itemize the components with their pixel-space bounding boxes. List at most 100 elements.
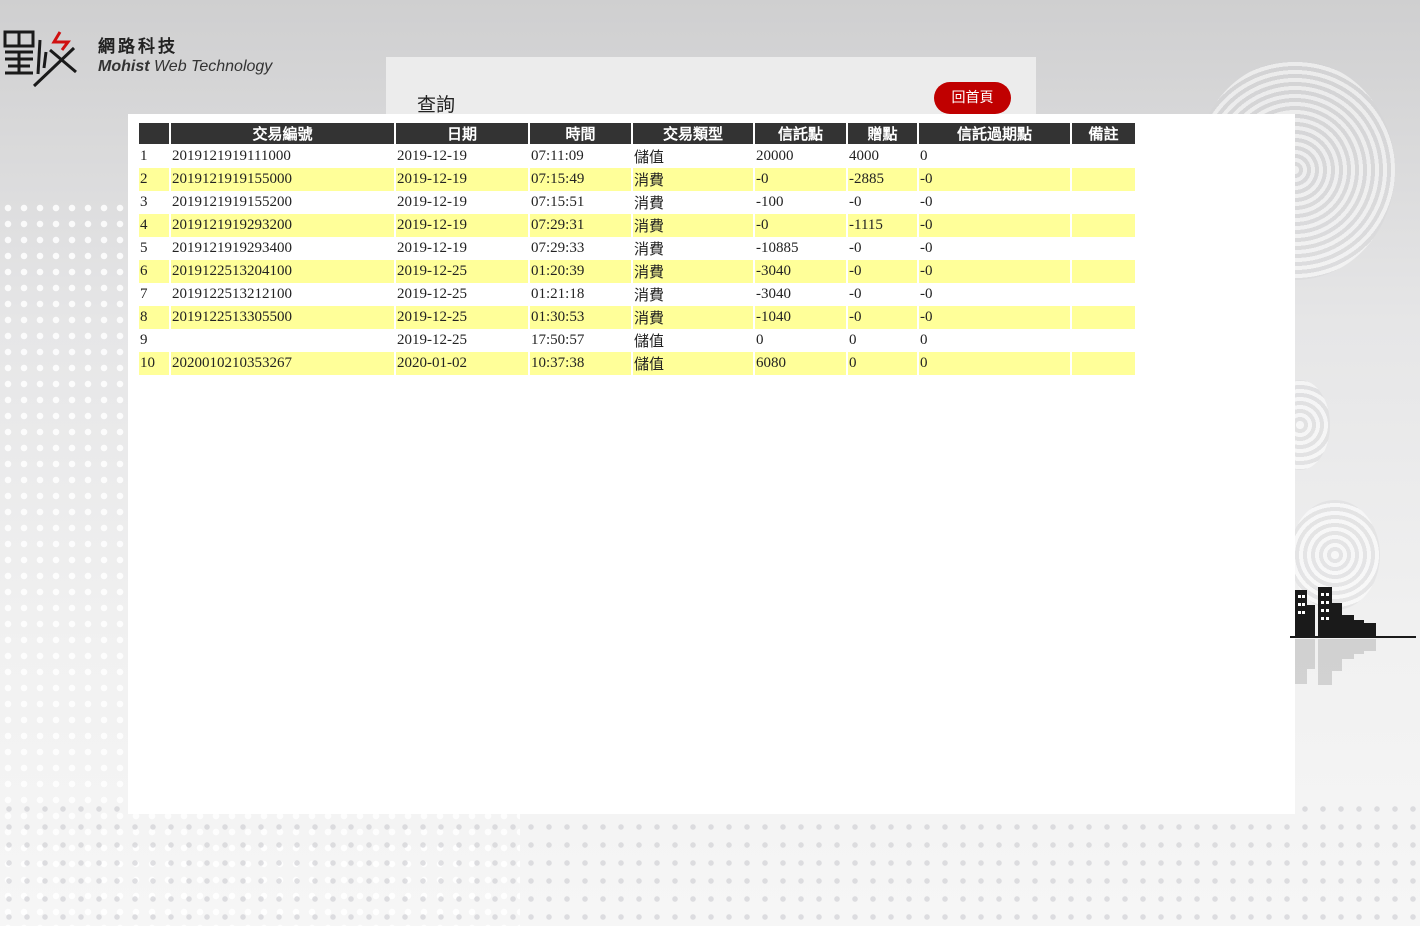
cell-time: 07:15:49 (530, 168, 631, 191)
query-header-panel: 查詢 回首頁 (386, 57, 1036, 117)
cell-remarks (1072, 329, 1135, 352)
company-logo: 網路科技 Mohist Web Technology (2, 28, 272, 88)
column-header-time: 時間 (530, 123, 631, 145)
home-button[interactable]: 回首頁 (934, 82, 1011, 114)
transaction-table: 交易編號 日期 時間 交易類型 信託點 贈點 信託過期點 備註 1 2019121… (137, 123, 1137, 375)
column-header-index (139, 123, 169, 145)
cell-trust-points: -0 (755, 214, 846, 237)
cell-transaction-type: 消費 (634, 196, 665, 212)
cell-expired-points: -0 (919, 214, 1070, 237)
cell-expired-points: -0 (920, 194, 933, 210)
cell-expired-points: -0 (920, 240, 933, 256)
cell-remarks (1072, 214, 1135, 237)
cell-transaction-type: 消費 (634, 288, 665, 304)
cell-transaction-type: 儲值 (633, 352, 753, 375)
cell-date: 2019-12-19 (397, 240, 467, 256)
cell-bonus-points: 4000 (849, 148, 879, 164)
cell-date: 2020-01-02 (396, 352, 528, 375)
cell-date: 2019-12-19 (396, 214, 528, 237)
cell-remarks (1072, 306, 1135, 329)
cell-transaction-id: 2020010210353267 (171, 352, 394, 375)
table-row: 6 2019122513204100 2019-12-25 01:20:39 消費 -30… (139, 260, 1135, 283)
cell-expired-points: -0 (919, 260, 1070, 283)
cell-date: 2019-12-25 (396, 260, 528, 283)
cell-date: 2019-12-25 (397, 286, 467, 302)
cell-remarks (1072, 237, 1135, 260)
brand-name-cn: 網路科技 (98, 37, 178, 57)
cell-trust-points: -1040 (755, 306, 846, 329)
results-card: 交易編號 日期 時間 交易類型 信託點 贈點 信託過期點 備註 1 2019121… (128, 114, 1295, 814)
cell-remarks (1072, 191, 1135, 214)
cell-bonus-points: -2885 (848, 168, 917, 191)
cell-index: 9 (140, 332, 148, 348)
column-header-trust-points: 信託點 (755, 123, 846, 145)
cell-trust-points: 0 (756, 332, 764, 348)
cell-remarks (1072, 352, 1135, 375)
cell-transaction-id: 2019122513305500 (171, 306, 394, 329)
cell-date: 2019-12-19 (396, 168, 528, 191)
cell-remarks (1072, 145, 1135, 168)
cell-date: 2019-12-25 (396, 306, 528, 329)
cell-bonus-points: -1115 (848, 214, 917, 237)
brand-name-en-bold: Mohist (98, 58, 150, 75)
column-header-expired-points: 信託過期點 (919, 123, 1070, 145)
table-row: 3 2019121919155200 2019-12-19 07:15:51 消費 -10… (139, 191, 1135, 214)
cell-transaction-type: 儲值 (634, 150, 665, 166)
cell-transaction-id: 2019122513204100 (171, 260, 394, 283)
cell-time: 01:20:39 (530, 260, 631, 283)
table-row: 8 2019122513305500 2019-12-25 01:30:53 消費 -10… (139, 306, 1135, 329)
cell-bonus-points: 0 (848, 352, 917, 375)
cell-index: 5 (140, 240, 148, 256)
cell-transaction-type: 消費 (634, 242, 665, 258)
column-header-transaction-type: 交易類型 (633, 123, 753, 145)
cell-transaction-type: 消費 (633, 260, 753, 283)
cell-index: 3 (140, 194, 148, 210)
cell-transaction-type: 消費 (633, 214, 753, 237)
cell-index: 4 (139, 214, 169, 237)
cell-time: 17:50:57 (531, 332, 585, 348)
table-row: 9 2019-12-25 17:50:57 儲值 0 0 0 (139, 329, 1135, 352)
cell-index: 10 (139, 352, 169, 375)
cell-remarks (1072, 283, 1135, 306)
cell-transaction-type: 儲值 (634, 334, 665, 350)
column-header-remarks: 備註 (1072, 123, 1135, 145)
cell-trust-points: -3040 (756, 286, 791, 302)
cell-index: 2 (139, 168, 169, 191)
cell-expired-points: 0 (920, 332, 928, 348)
cell-remarks (1072, 168, 1135, 191)
cell-expired-points: -0 (919, 168, 1070, 191)
column-header-date: 日期 (396, 123, 528, 145)
cell-time: 07:15:51 (531, 194, 585, 210)
cell-index: 6 (139, 260, 169, 283)
mohist-logo-icon (3, 30, 77, 88)
cell-trust-points: 6080 (755, 352, 846, 375)
cell-trust-points: -0 (755, 168, 846, 191)
cell-transaction-id: 2019121919293200 (171, 214, 394, 237)
cell-time: 07:29:31 (530, 214, 631, 237)
table-row: 7 2019122513212100 2019-12-25 01:21:18 消費 -30… (139, 283, 1135, 306)
cell-time: 10:37:38 (530, 352, 631, 375)
cell-transaction-id: 2019121919293400 (172, 240, 292, 256)
cell-date: 2019-12-25 (397, 332, 467, 348)
page-title: 查詢 (417, 94, 456, 116)
city-skyline-decoration (1290, 587, 1416, 685)
cell-trust-points: -100 (756, 194, 784, 210)
table-row: 4 2019121919293200 2019-12-19 07:29:31 消費 -0-… (139, 214, 1135, 237)
cell-bonus-points: -0 (849, 286, 862, 302)
cell-expired-points: 0 (919, 352, 1070, 375)
cell-expired-points: -0 (919, 306, 1070, 329)
cell-transaction-type: 消費 (633, 306, 753, 329)
cell-transaction-id: 2019122513212100 (172, 286, 292, 302)
cell-bonus-points: 0 (849, 332, 857, 348)
column-header-transaction-id: 交易編號 (171, 123, 394, 145)
cell-index: 7 (140, 286, 148, 302)
cell-index: 1 (140, 148, 148, 164)
cell-transaction-id: 2019121919155200 (172, 194, 292, 210)
table-row: 2 2019121919155000 2019-12-19 07:15:49 消費 -0-… (139, 168, 1135, 191)
brand-name-en: Mohist Web Technology (98, 57, 272, 77)
brand-name-en-rest: Web Technology (149, 58, 273, 75)
cell-index: 8 (139, 306, 169, 329)
cell-bonus-points: -0 (848, 260, 917, 283)
cell-bonus-points: -0 (849, 194, 862, 210)
cell-date: 2019-12-19 (397, 148, 467, 164)
